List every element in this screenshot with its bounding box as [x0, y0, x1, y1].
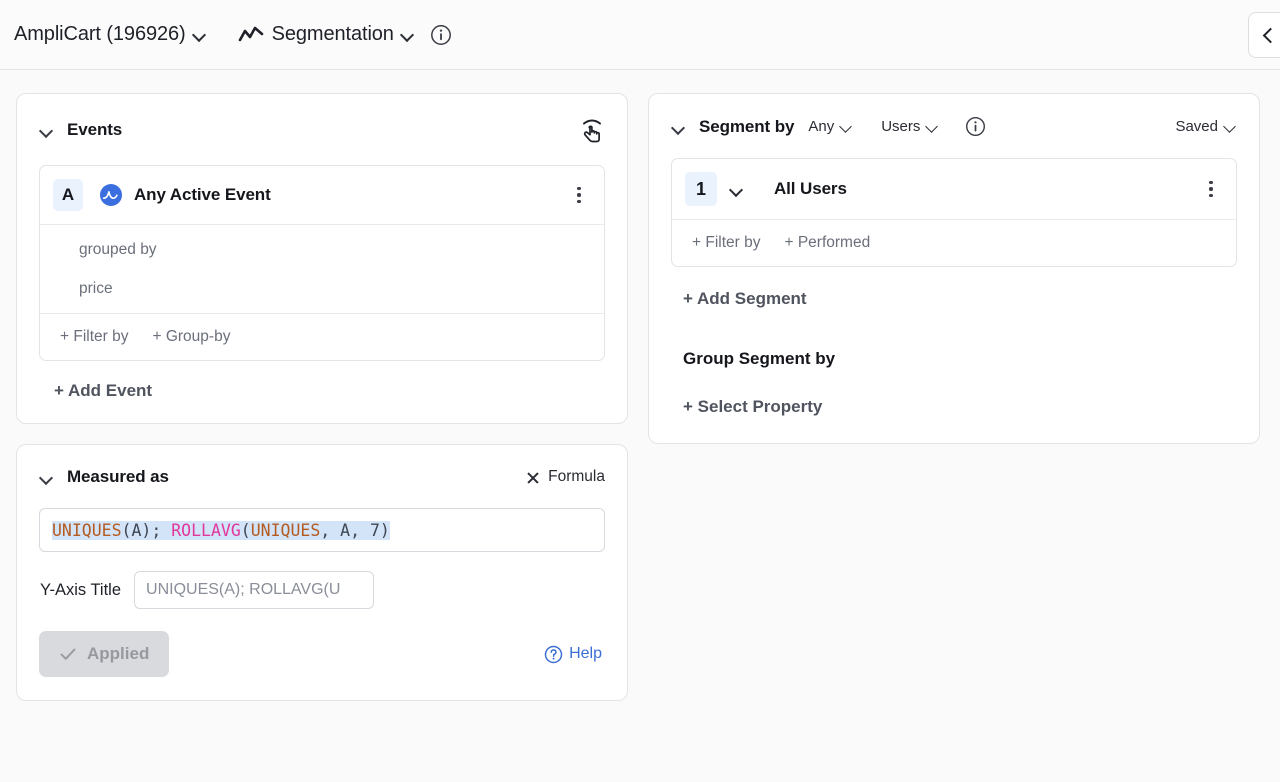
measured-as-header: Measured as Formula: [17, 445, 627, 487]
saved-segments-dropdown[interactable]: Saved: [1175, 118, 1237, 135]
top-bar: AmpliCart (196926) Segmentation: [0, 0, 1280, 70]
segment-match-dropdown[interactable]: Any: [808, 118, 853, 135]
segment-performed-button[interactable]: + Performed: [784, 234, 870, 252]
formula-text: UNIQUES(A); ROLLAVG(UNIQUES, A, 7): [52, 521, 390, 540]
segment-row[interactable]: 1 All Users: [672, 159, 1236, 219]
info-circle-icon[interactable]: [430, 24, 452, 46]
main-content: Events A: [0, 70, 1280, 701]
measured-as-title: Measured as: [67, 467, 169, 487]
collapse-events-chevron-icon[interactable]: [39, 123, 53, 137]
kebab-menu-icon[interactable]: [568, 184, 590, 206]
chevron-down-icon[interactable]: [193, 28, 206, 41]
chevron-down-icon[interactable]: [730, 183, 743, 196]
segment-entity-label: Users: [881, 118, 920, 135]
segment-by-title: Segment by: [699, 117, 794, 137]
formula-token: ROLLAVG: [171, 521, 241, 540]
segment-entity-dropdown[interactable]: Users: [881, 118, 939, 135]
formula-token: (: [122, 521, 132, 540]
events-title: Events: [67, 120, 122, 140]
formula-token: [161, 521, 171, 540]
segment-by-header: Segment by Any Users: [649, 94, 1259, 137]
event-item-box: A Any Active Event grouped by price: [39, 165, 605, 361]
segment-add-row: + Filter by + Performed: [672, 219, 1236, 266]
chart-type-name: Segmentation: [272, 23, 394, 46]
chevron-down-icon: [1224, 120, 1237, 133]
question-circle-icon: [544, 645, 563, 664]
tap-gesture-icon[interactable]: [579, 116, 605, 144]
events-header: Events: [17, 94, 627, 144]
event-filter-by-button[interactable]: + Filter by: [60, 328, 128, 346]
info-circle-icon[interactable]: [965, 116, 986, 137]
measured-as-card: Measured as Formula UNIQUES(A); ROLLAVG(…: [16, 444, 628, 701]
group-segment-by-title: Group Segment by: [683, 349, 1237, 369]
event-add-row: + Filter by + Group-by: [40, 313, 604, 360]
formula-token: );: [141, 521, 161, 540]
event-letter-badge[interactable]: A: [53, 179, 83, 211]
line-chart-icon: [238, 25, 264, 45]
formula-token: A: [131, 521, 141, 540]
event-group-by-button[interactable]: + Group-by: [152, 328, 230, 346]
formula-token: ): [380, 521, 390, 540]
event-name: Any Active Event: [134, 185, 271, 205]
applied-label: Applied: [87, 644, 149, 664]
applied-button[interactable]: Applied: [39, 631, 169, 677]
yaxis-title-row: Y-Axis Title: [17, 552, 627, 609]
collapse-segment-chevron-icon[interactable]: [671, 120, 685, 134]
collapse-measured-chevron-icon[interactable]: [39, 470, 53, 484]
kebab-menu-icon[interactable]: [1200, 178, 1222, 200]
amplitude-logo-icon: [99, 183, 123, 207]
segment-match-label: Any: [808, 118, 834, 135]
segment-by-card: Segment by Any Users: [648, 93, 1260, 444]
yaxis-title-label: Y-Axis Title: [40, 581, 121, 600]
formula-toggle-label: Formula: [548, 468, 605, 486]
right-column: Segment by Any Users: [648, 93, 1260, 444]
formula-input[interactable]: UNIQUES(A); ROLLAVG(UNIQUES, A, 7): [39, 508, 605, 552]
chevron-left-icon: [1262, 29, 1274, 41]
segment-name: All Users: [774, 179, 847, 199]
left-column: Events A: [16, 93, 628, 701]
grouped-by-value[interactable]: price: [79, 278, 590, 300]
add-segment-button[interactable]: + Add Segment: [683, 289, 1237, 309]
add-event-button[interactable]: + Add Event: [54, 381, 152, 400]
event-groupby-section: grouped by price: [40, 224, 604, 313]
collapse-panel-button[interactable]: [1248, 12, 1280, 58]
check-icon: [59, 645, 77, 663]
project-name: AmpliCart (196926): [14, 23, 186, 46]
formula-token: ,: [320, 521, 330, 540]
events-footer: + Add Event: [17, 361, 627, 423]
formula-token: ,: [350, 521, 360, 540]
project-selector[interactable]: AmpliCart (196926): [14, 23, 206, 46]
formula-token: UNIQUES: [52, 521, 122, 540]
yaxis-title-input[interactable]: [134, 571, 374, 609]
segment-item-box: 1 All Users + Filter by + Performed: [671, 158, 1237, 267]
chart-type-selector[interactable]: Segmentation: [238, 23, 414, 46]
formula-token: A: [330, 521, 350, 540]
segment-number-badge[interactable]: 1: [685, 172, 717, 206]
select-property-button[interactable]: + Select Property: [683, 397, 1237, 417]
formula-toggle-button[interactable]: Formula: [526, 468, 605, 486]
formula-token: (: [241, 521, 251, 540]
measured-actions-row: Applied Help: [17, 609, 627, 700]
chevron-down-icon: [840, 120, 853, 133]
formula-token: 7: [360, 521, 380, 540]
chevron-down-icon[interactable]: [401, 28, 414, 41]
help-label: Help: [569, 645, 602, 663]
segment-filter-by-button[interactable]: + Filter by: [692, 234, 760, 252]
grouped-by-label: grouped by: [79, 239, 590, 261]
close-x-icon: [526, 471, 539, 484]
event-row[interactable]: A Any Active Event: [40, 166, 604, 224]
help-link[interactable]: Help: [544, 645, 602, 664]
saved-label: Saved: [1175, 118, 1218, 135]
formula-token: UNIQUES: [251, 521, 321, 540]
chevron-down-icon: [926, 120, 939, 133]
events-card: Events A: [16, 93, 628, 424]
segment-footer: + Add Segment Group Segment by + Select …: [649, 267, 1259, 443]
